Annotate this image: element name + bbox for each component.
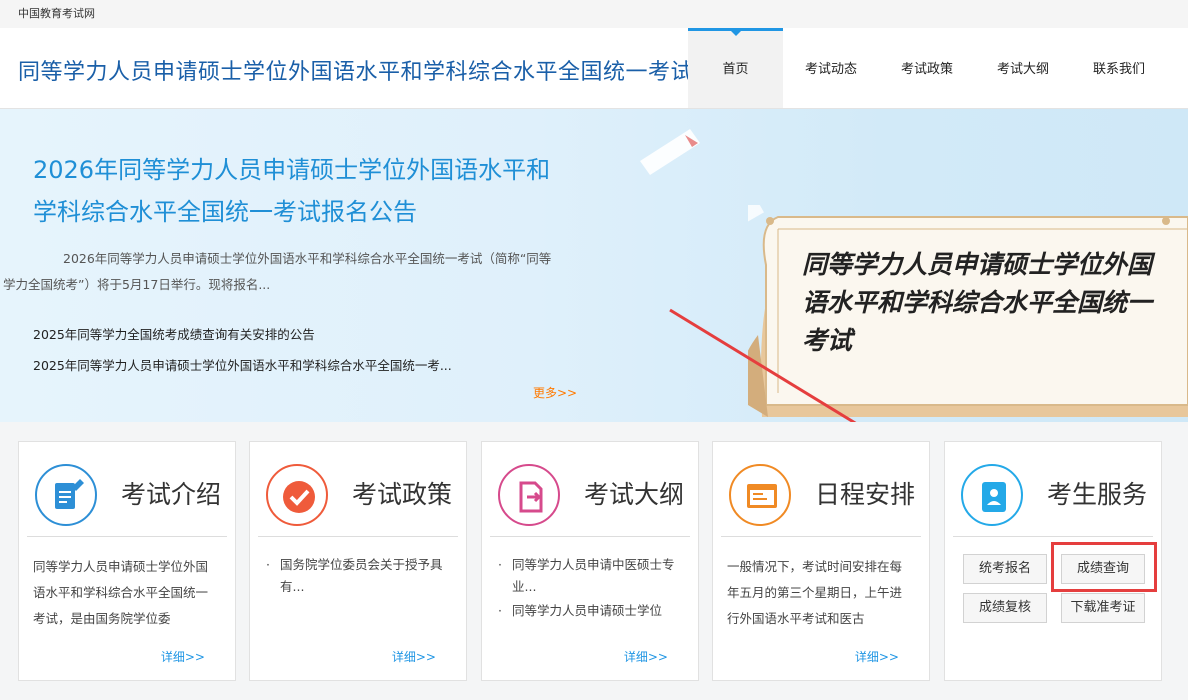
details-link[interactable]: 详细>> [392,648,436,665]
banner-headline-line2: 学科综合水平全国统一考试报名公告 [33,198,417,226]
score-review-button[interactable]: 成绩复核 [963,593,1047,623]
document-edit-icon [35,464,97,526]
nav-exam-news-label: 考试动态 [804,62,857,77]
card-exam-policy: 考试政策 国务院学位委员会关于授予具有... 详细>> [249,441,467,681]
site-name[interactable]: 中国教育考试网 [18,5,95,21]
checkmark-icon [266,464,328,526]
details-link[interactable]: 详细>> [855,648,899,665]
paper-plane-icon [640,129,700,175]
card-title[interactable]: 考试介绍 [121,475,221,511]
divider [258,536,458,537]
hero-banner: 2026年同等学力人员申请硕士学位外国语水平和 学科综合水平全国统一考试报名公告… [0,109,1188,422]
nav-exam-syllabus-label: 考试大纲 [996,62,1049,77]
card-title[interactable]: 考生服务 [1047,475,1147,511]
nav-home-label: 首页 [722,62,749,77]
more-link[interactable]: 更多>> [533,384,577,401]
file-export-icon [498,464,560,526]
list-item[interactable]: 同等学力人员申请硕士学位 [496,600,682,622]
nav-exam-syllabus[interactable]: 考试大纲 [982,28,1064,108]
active-caret-icon [729,30,742,36]
feature-cards: 考试介绍 同等学力人员申请硕士学位外国语水平和学科综合水平全国统一考试，是由国务… [0,422,1188,700]
nav-home[interactable]: 首页 [688,28,783,108]
news-item[interactable]: • 2025年同等学力全国统考成绩查询有关安排的公告 [33,324,553,343]
divider [953,536,1153,537]
card-text: 一般情况下，考试时间安排在每年五月的第三个星期日，上午进行外国语水平考试和医古 [727,559,903,626]
card-title[interactable]: 考试大纲 [584,475,684,511]
news-item-label: 2025年同等学力全国统考成绩查询有关安排的公告 [33,327,315,342]
divider [721,536,921,537]
banner-headline[interactable]: 2026年同等学力人员申请硕士学位外国语水平和 学科综合水平全国统一考试报名公告 [33,149,593,233]
news-item-label: 2025年同等学力人员申请硕士学位外国语水平和学科综合水平全国统一考... [33,358,452,373]
page-title: 同等学力人员申请硕士学位外国语水平和学科综合水平全国统一考试 [18,60,694,85]
banner-description: 2026年同等学力人员申请硕士学位外国语水平和学科综合水平全国统一考试（简称“同… [3,251,552,292]
news-item[interactable]: • 2025年同等学力人员申请硕士学位外国语水平和学科综合水平全国统一考... [33,355,553,374]
contact-book-icon [961,464,1023,526]
divider [27,536,227,537]
scroll-text: 同等学力人员申请硕士学位外国语水平和学科综合水平全国统一考试 [802,250,1153,355]
policy-list: 国务院学位委员会关于授予具有... [264,554,450,634]
banner-headline-line1: 2026年同等学力人员申请硕士学位外国语水平和 [33,156,551,184]
card-exam-syllabus: 考试大纲 同等学力人员申请中医硕士专业... 同等学力人员申请硕士学位 详细>> [481,441,699,681]
nav-exam-policy[interactable]: 考试政策 [886,28,968,108]
card-exam-intro: 考试介绍 同等学力人员申请硕士学位外国语水平和学科综合水平全国统一考试，是由国务… [18,441,236,681]
syllabus-list: 同等学力人员申请中医硕士专业... 同等学力人员申请硕士学位 [496,554,682,634]
list-item[interactable]: 国务院学位委员会关于授予具有... [264,554,450,598]
card-title[interactable]: 日程安排 [815,475,915,511]
exam-registration-button[interactable]: 统考报名 [963,554,1047,584]
list-item[interactable]: 同等学力人员申请中医硕士专业... [496,554,682,598]
card-candidate-services: 考生服务 统考报名 成绩查询 成绩复核 下载准考证 [944,441,1162,681]
divider [490,536,690,537]
download-admission-ticket-button[interactable]: 下载准考证 [1061,593,1145,623]
nav-exam-news[interactable]: 考试动态 [790,28,872,108]
top-bar: 中国教育考试网 [0,0,1188,28]
calendar-window-icon [729,464,791,526]
highlight-box [1051,542,1157,592]
card-schedule: 日程安排 一般情况下，考试时间安排在每年五月的第三个星期日，上午进行外国语水平考… [712,441,930,681]
nav-exam-policy-label: 考试政策 [900,62,953,77]
details-link[interactable]: 详细>> [161,648,205,665]
site-header: 同等学力人员申请硕士学位外国语水平和学科综合水平全国统一考试 首页 考试动态 考… [0,28,1188,109]
card-text: 同等学力人员申请硕士学位外国语水平和学科综合水平全国统一考试，是由国务院学位委 [33,559,209,626]
nav-contact[interactable]: 联系我们 [1078,28,1160,108]
card-title[interactable]: 考试政策 [352,475,452,511]
details-link[interactable]: 详细>> [624,648,668,665]
nav-contact-label: 联系我们 [1092,62,1145,77]
